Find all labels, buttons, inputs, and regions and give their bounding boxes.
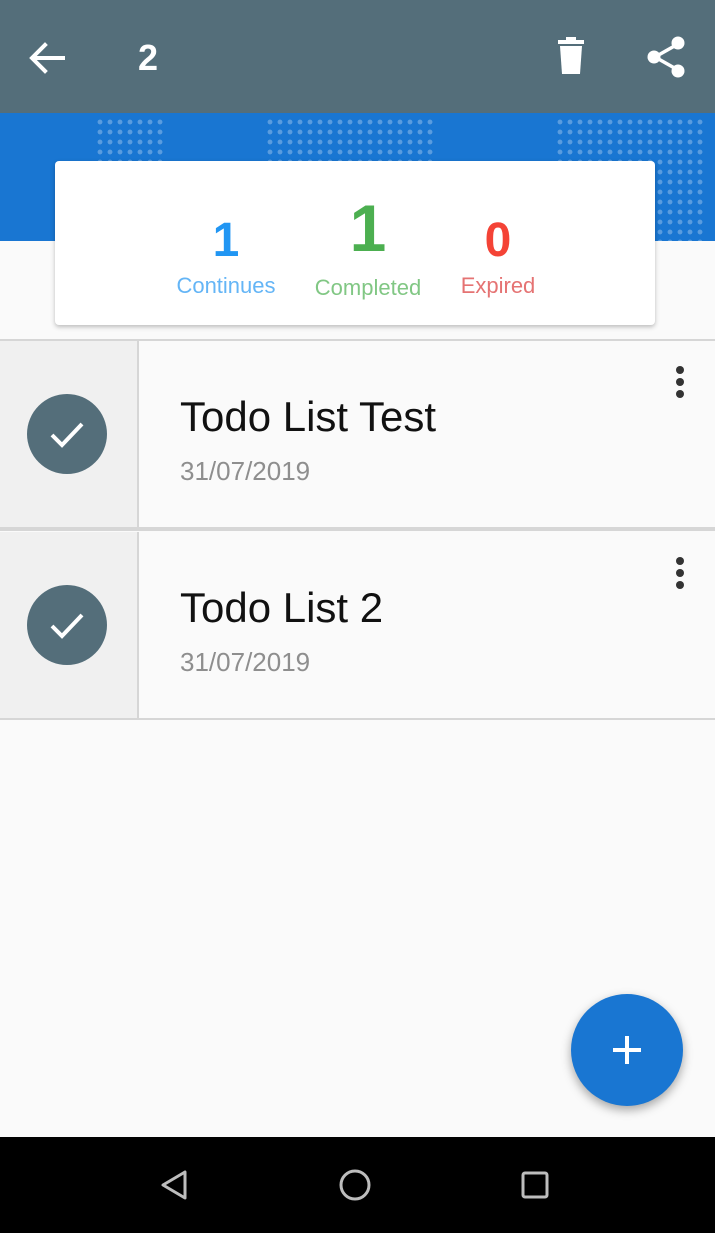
list-item-status-area [0,532,139,718]
divider [0,718,715,720]
back-button[interactable] [15,26,79,90]
todo-title: Todo List 2 [180,584,384,631]
page-title: 2 [138,37,159,78]
stats-card: 1 Continues 1 Completed 0 Expired [55,161,655,325]
share-button[interactable] [635,26,699,90]
todo-title: Todo List Test [180,393,437,440]
list-item-status-area [0,341,139,527]
share-icon [647,36,685,78]
trash-icon [558,37,584,74]
more-vert-icon [676,366,684,398]
map-dots [95,117,165,167]
stat-continues-value: 1 [212,214,240,267]
stat-expired: 0 Expired [428,217,568,299]
todo-date: 31/07/2019 [180,647,311,677]
system-nav-bar [0,1137,715,1233]
add-todo-button[interactable] [571,994,683,1106]
plus-icon [613,1036,641,1064]
check-icon [50,422,84,448]
overflow-menu-button[interactable] [660,552,700,600]
stat-expired-label: Expired [460,273,536,298]
status-toggle[interactable] [27,394,107,474]
delete-button[interactable] [539,26,603,90]
app-bar: 2 [0,0,715,113]
list-item[interactable]: Todo List 2 31/07/2019 [0,532,715,718]
stat-continues-label: Continues [176,273,276,298]
circle-home-icon [339,1169,371,1201]
arrow-back-icon [29,42,65,74]
stat-continues: 1 Continues [156,217,296,299]
todo-date: 31/07/2019 [180,456,311,486]
nav-home-button[interactable] [335,1165,375,1205]
stat-expired-value: 0 [484,214,512,267]
stat-completed-label: Completed [314,275,422,300]
overflow-menu-button[interactable] [660,361,700,409]
stat-completed: 1 Completed [298,195,438,301]
nav-back-button[interactable] [155,1165,195,1205]
triangle-back-icon [161,1170,187,1200]
more-vert-icon [676,557,684,589]
square-recents-icon [521,1171,549,1199]
divider [0,527,715,531]
nav-recents-button[interactable] [515,1165,555,1205]
list-item[interactable]: Todo List Test 31/07/2019 [0,341,715,527]
status-toggle[interactable] [27,585,107,665]
check-icon [50,613,84,639]
stat-completed-value: 1 [349,191,387,265]
